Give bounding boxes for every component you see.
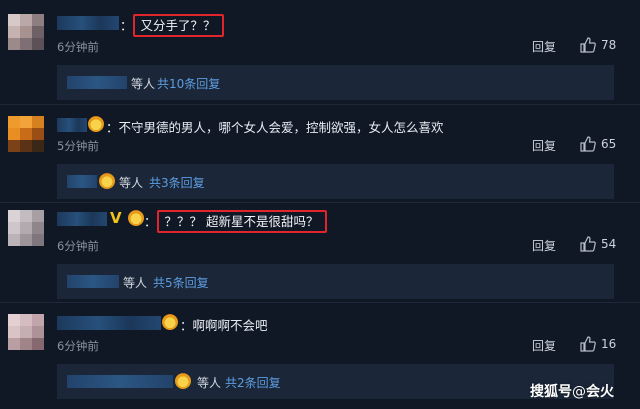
reply-button[interactable]: 回复 bbox=[532, 237, 556, 254]
avatar[interactable] bbox=[8, 116, 44, 152]
highlight-box: 又分手了？？ bbox=[132, 14, 224, 37]
comment-time: 6分钟前 bbox=[57, 339, 99, 353]
divider bbox=[0, 104, 640, 105]
reply-button[interactable]: 回复 bbox=[532, 137, 556, 154]
comment-time: 6分钟前 bbox=[57, 239, 99, 253]
reply-button[interactable]: 回复 bbox=[532, 337, 556, 354]
watermark: 搜狐号@会火 bbox=[530, 381, 614, 401]
replier-names-blurred bbox=[67, 375, 173, 388]
username-blurred[interactable] bbox=[57, 212, 107, 226]
replier-names-blurred bbox=[67, 275, 119, 288]
divider bbox=[0, 202, 640, 203]
like-count: 65 bbox=[601, 137, 617, 151]
comment-text: ：？？？ 超新星不是很甜吗？ bbox=[144, 210, 327, 233]
thumbs-up-icon[interactable] bbox=[580, 236, 596, 252]
crown-badge-icon bbox=[99, 173, 115, 189]
watermark-brand: 搜狐号 bbox=[530, 384, 572, 400]
crown-badge-icon bbox=[175, 373, 191, 389]
sub-replies-bar[interactable]: 等人 共5条回复 bbox=[57, 264, 614, 299]
v-verified-icon: V bbox=[110, 209, 122, 227]
divider bbox=[0, 302, 640, 303]
reply-button[interactable]: 回复 bbox=[532, 38, 556, 55]
view-more-replies-link[interactable]: 共5条回复 bbox=[153, 274, 209, 291]
like-count: 16 bbox=[601, 337, 617, 351]
sub-replies-etc: 等人 bbox=[131, 77, 156, 91]
crown-badge-icon bbox=[128, 210, 144, 226]
thumbs-up-icon[interactable] bbox=[580, 336, 596, 352]
replier-names-blurred bbox=[67, 175, 97, 188]
like-count: 54 bbox=[601, 237, 617, 251]
username-blurred[interactable] bbox=[57, 118, 87, 132]
watermark-author: 会火 bbox=[586, 384, 614, 400]
thumbs-up-icon[interactable] bbox=[580, 37, 596, 53]
sub-replies-bar[interactable]: 等人 共10条回复 bbox=[57, 65, 614, 100]
thumbs-up-icon[interactable] bbox=[580, 136, 596, 152]
comment-text: ：不守男德的男人，哪个女人会爱，控制欲强，女人怎么喜欢 bbox=[106, 120, 444, 135]
sub-replies-etc: 等人 bbox=[119, 176, 144, 190]
view-more-replies-link[interactable]: 共2条回复 bbox=[225, 374, 281, 391]
username-blurred[interactable] bbox=[57, 316, 161, 330]
avatar[interactable] bbox=[8, 210, 44, 246]
comment-time: 6分钟前 bbox=[57, 40, 99, 54]
sub-replies-etc: 等人 bbox=[123, 276, 148, 290]
avatar[interactable] bbox=[8, 314, 44, 350]
replier-names-blurred bbox=[67, 76, 127, 89]
view-more-replies-link[interactable]: 共3条回复 bbox=[149, 174, 205, 191]
sub-replies-bar[interactable]: 等人 共3条回复 bbox=[57, 164, 614, 199]
crown-badge-icon bbox=[162, 314, 178, 330]
avatar[interactable] bbox=[8, 14, 44, 50]
comment-time: 5分钟前 bbox=[57, 139, 99, 153]
comment-text: ：啊啊啊不会吧 bbox=[180, 318, 268, 333]
highlight-box: ？？？ 超新星不是很甜吗？ bbox=[156, 210, 327, 233]
sub-replies-etc: 等人 bbox=[197, 376, 222, 390]
crown-badge-icon bbox=[88, 116, 104, 132]
like-count: 78 bbox=[601, 38, 617, 52]
watermark-at: @ bbox=[572, 384, 586, 400]
comment-text: ：又分手了？？ bbox=[120, 14, 224, 37]
view-more-replies-link[interactable]: 共10条回复 bbox=[157, 75, 220, 92]
username-blurred[interactable] bbox=[57, 16, 119, 30]
